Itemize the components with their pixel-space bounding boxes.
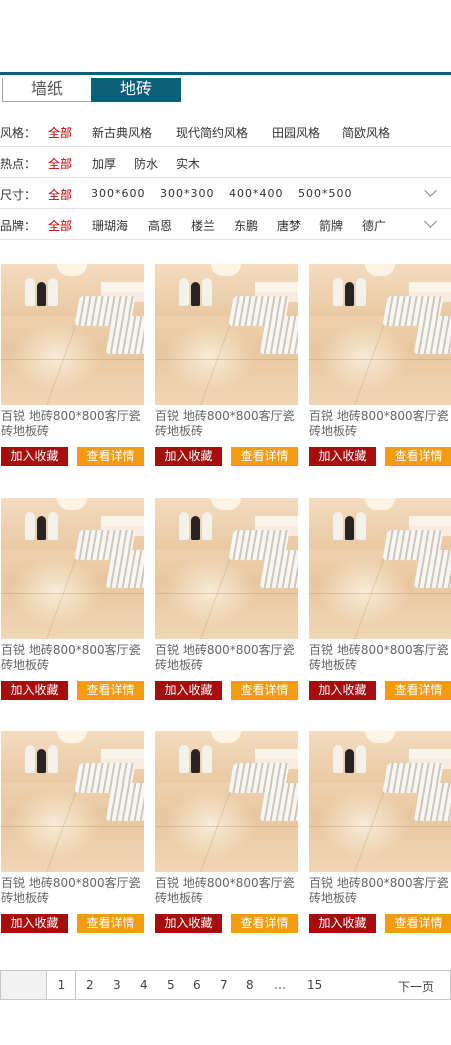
product-card: 百锐 地砖800*800客厅瓷砖地板砖 加入收藏 查看详情 [155,264,298,467]
prev-page-button[interactable] [1,971,47,999]
product-card: 百锐 地砖800*800客厅瓷砖地板砖 加入收藏 查看详情 [1,264,144,467]
filter-hot-thick[interactable]: 加厚 [92,155,116,172]
product-title[interactable]: 百锐 地砖800*800客厅瓷砖地板砖 [309,876,451,908]
add-favorite-button[interactable]: 加入收藏 [1,681,68,700]
filter-brand-loulan[interactable]: 楼兰 [191,217,215,234]
product-image[interactable] [309,264,451,405]
view-detail-button[interactable]: 查看详情 [385,681,451,700]
view-detail-button[interactable]: 查看详情 [77,914,144,933]
filter-label-hot: 热点： [0,157,37,171]
add-favorite-button[interactable]: 加入收藏 [155,914,222,933]
product-card: 百锐 地砖800*800客厅瓷砖地板砖 加入收藏 查看详情 [1,498,144,701]
filter-brand-jianpai[interactable]: 箭牌 [319,217,343,234]
product-image[interactable] [1,264,144,405]
view-detail-button[interactable]: 查看详情 [385,447,451,466]
filter-style-all[interactable]: 全部 [48,124,72,141]
filter-style-european[interactable]: 简欧风格 [342,124,390,141]
product-card: 百锐 地砖800*800客厅瓷砖地板砖 加入收藏 查看详情 [309,731,451,934]
product-image[interactable] [1,731,144,872]
product-title[interactable]: 百锐 地砖800*800客厅瓷砖地板砖 [155,409,298,441]
product-image[interactable] [309,731,451,872]
page-link[interactable]: 8 [246,978,254,992]
filter-row-hot: 热点： 全部 加厚 防水 实木 [0,147,451,178]
tab-floor-tile[interactable]: 地砖 [91,78,181,102]
tab-wallpaper[interactable]: 墙纸 [2,78,92,102]
product-card: 百锐 地砖800*800客厅瓷砖地板砖 加入收藏 查看详情 [155,498,298,701]
product-image[interactable] [155,264,298,405]
page-link[interactable]: 4 [140,978,148,992]
filter-style-neoclassical[interactable]: 新古典风格 [92,124,152,141]
view-detail-button[interactable]: 查看详情 [231,914,298,933]
page-link-current[interactable]: 1 [48,971,76,999]
add-favorite-button[interactable]: 加入收藏 [1,914,68,933]
product-title[interactable]: 百锐 地砖800*800客厅瓷砖地板砖 [1,876,144,908]
view-detail-button[interactable]: 查看详情 [231,681,298,700]
filter-brand-shanhuhai[interactable]: 珊瑚海 [92,217,128,234]
page-link[interactable]: 5 [167,978,175,992]
product-title[interactable]: 百锐 地砖800*800客厅瓷砖地板砖 [1,643,144,675]
filter-brand-deguang[interactable]: 德广 [362,217,386,234]
pagination: 1 2 3 4 5 6 7 8 … 15 下一页 [0,970,451,1000]
category-tabbar: 墙纸 地砖 [0,72,451,102]
filter-row-size: 尺寸： 全部 300*600 300*300 400*400 500*500 [0,178,451,209]
product-card: 百锐 地砖800*800客厅瓷砖地板砖 加入收藏 查看详情 [1,731,144,934]
filter-size-300x300[interactable]: 300*300 [160,187,215,200]
add-favorite-button[interactable]: 加入收藏 [155,447,222,466]
product-card: 百锐 地砖800*800客厅瓷砖地板砖 加入收藏 查看详情 [309,264,451,467]
filter-row-style: 风格： 全部 新古典风格 现代简约风格 田园风格 简欧风格 [0,116,451,147]
product-title[interactable]: 百锐 地砖800*800客厅瓷砖地板砖 [1,409,144,441]
chevron-down-icon[interactable] [424,215,437,228]
product-image[interactable] [155,498,298,639]
add-favorite-button[interactable]: 加入收藏 [309,681,376,700]
product-image[interactable] [1,498,144,639]
filter-hot-waterproof[interactable]: 防水 [134,155,158,172]
filter-size-500x500[interactable]: 500*500 [298,187,353,200]
product-title[interactable]: 百锐 地砖800*800客厅瓷砖地板砖 [155,643,298,675]
product-image[interactable] [155,731,298,872]
filter-brand-tangmeng[interactable]: 唐梦 [277,217,301,234]
filter-panel: 风格： 全部 新古典风格 现代简约风格 田园风格 简欧风格 热点： 全部 加厚 … [0,116,451,240]
filter-size-all[interactable]: 全部 [48,186,72,203]
filter-brand-all[interactable]: 全部 [48,217,72,234]
view-detail-button[interactable]: 查看详情 [77,681,144,700]
product-title[interactable]: 百锐 地砖800*800客厅瓷砖地板砖 [155,876,298,908]
filter-row-brand: 品牌： 全部 珊瑚海 高恩 楼兰 东鹏 唐梦 箭牌 德广 [0,209,451,240]
add-favorite-button[interactable]: 加入收藏 [1,447,68,466]
view-detail-button[interactable]: 查看详情 [231,447,298,466]
filter-size-300x600[interactable]: 300*600 [91,187,146,200]
filter-brand-gaoen[interactable]: 高恩 [148,217,172,234]
page-link[interactable]: 3 [113,978,121,992]
product-image[interactable] [309,498,451,639]
page-link[interactable]: 2 [86,978,94,992]
filter-label-style: 风格： [0,126,37,140]
product-title[interactable]: 百锐 地砖800*800客厅瓷砖地板砖 [309,643,451,675]
page-link-last[interactable]: 15 [307,978,322,992]
page-link[interactable]: 6 [193,978,201,992]
filter-style-modern[interactable]: 现代简约风格 [176,124,248,141]
view-detail-button[interactable]: 查看详情 [77,447,144,466]
product-card: 百锐 地砖800*800客厅瓷砖地板砖 加入收藏 查看详情 [309,498,451,701]
add-favorite-button[interactable]: 加入收藏 [309,447,376,466]
product-card: 百锐 地砖800*800客厅瓷砖地板砖 加入收藏 查看详情 [155,731,298,934]
page-link[interactable]: 7 [220,978,228,992]
filter-label-size: 尺寸： [0,188,37,202]
filter-size-400x400[interactable]: 400*400 [229,187,284,200]
filter-label-brand: 品牌： [0,219,37,233]
add-favorite-button[interactable]: 加入收藏 [155,681,222,700]
chevron-down-icon[interactable] [424,184,437,197]
product-title[interactable]: 百锐 地砖800*800客厅瓷砖地板砖 [309,409,451,441]
add-favorite-button[interactable]: 加入收藏 [309,914,376,933]
filter-style-pastoral[interactable]: 田园风格 [272,124,320,141]
view-detail-button[interactable]: 查看详情 [385,914,451,933]
filter-brand-dongpeng[interactable]: 东鹏 [234,217,258,234]
next-page-button[interactable]: 下一页 [398,978,434,995]
filter-hot-solidwood[interactable]: 实木 [176,155,200,172]
filter-hot-all[interactable]: 全部 [48,155,72,172]
page-ellipsis: … [274,978,286,992]
